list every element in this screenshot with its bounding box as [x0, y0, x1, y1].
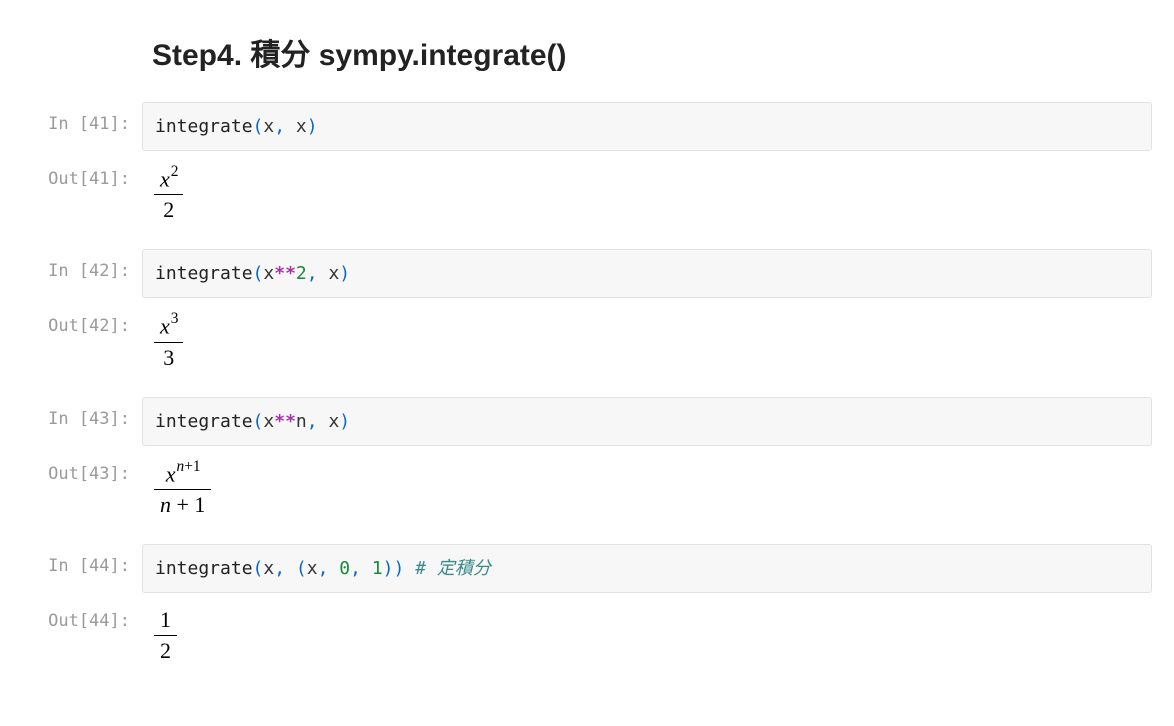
code-paren: (: [253, 116, 264, 137]
code-comma: ,: [307, 263, 318, 284]
code-var: x: [263, 558, 274, 579]
math-num: 1: [154, 607, 177, 635]
code-space: [404, 558, 415, 579]
cell-pair: In [43]: integrate(x**n, x) Out[43]: xn+…: [22, 397, 1152, 526]
code-space: [285, 558, 296, 579]
code-paren: ): [339, 263, 350, 284]
math-sup: 3: [171, 310, 179, 327]
code-comma: ,: [274, 558, 285, 579]
math-den-rest: + 1: [171, 492, 205, 517]
code-paren: ): [383, 558, 394, 579]
math-output: x2 2: [142, 157, 1152, 231]
cell-pair: In [42]: integrate(x**2, x) Out[42]: x3 …: [22, 249, 1152, 378]
out-prompt: Out[41]:: [22, 157, 142, 189]
cell-pair: In [41]: integrate(x, x) Out[41]: x2 2: [22, 102, 1152, 231]
code-input[interactable]: integrate(x, (x, 0, 1)) # 定積分: [142, 544, 1152, 593]
code-var: x: [328, 263, 339, 284]
in-prompt: In [42]:: [22, 249, 142, 281]
input-cell: In [42]: integrate(x**2, x): [22, 249, 1152, 298]
code-paren: (: [253, 558, 264, 579]
in-prompt: In [43]:: [22, 397, 142, 429]
code-fn: integrate: [155, 263, 253, 284]
math-den: 2: [154, 194, 183, 223]
code-fn: integrate: [155, 558, 253, 579]
fraction: x3 3: [154, 312, 183, 370]
out-prompt: Out[42]:: [22, 304, 142, 336]
code-num: 1: [372, 558, 383, 579]
code-comma: ,: [307, 411, 318, 432]
math-sup-plus: +1: [184, 458, 200, 475]
code-paren: ): [307, 116, 318, 137]
math-sup: 2: [171, 163, 179, 180]
code-comment: # 定積分: [415, 558, 491, 579]
math-den: 2: [154, 635, 177, 664]
output-cell: Out[42]: x3 3: [22, 304, 1152, 378]
code-num: 2: [296, 263, 307, 284]
code-comma: ,: [318, 558, 329, 579]
input-cell: In [43]: integrate(x**n, x): [22, 397, 1152, 446]
math-den-var: n: [160, 492, 171, 517]
code-space: [318, 411, 329, 432]
code-op: **: [274, 263, 296, 284]
section-heading: Step4. 積分 sympy.integrate(): [152, 30, 1152, 74]
out-prompt: Out[43]:: [22, 452, 142, 484]
code-space: [318, 263, 329, 284]
fraction: x2 2: [154, 165, 183, 223]
code-fn: integrate: [155, 116, 253, 137]
math-output: 1 2: [142, 599, 1152, 672]
math-den: 3: [154, 342, 183, 371]
math-base: x: [160, 166, 170, 191]
code-input[interactable]: integrate(x**n, x): [142, 397, 1152, 446]
code-input[interactable]: integrate(x**2, x): [142, 249, 1152, 298]
code-fn: integrate: [155, 411, 253, 432]
code-input[interactable]: integrate(x, x): [142, 102, 1152, 151]
code-comma: ,: [274, 116, 285, 137]
code-var: x: [307, 558, 318, 579]
input-cell: In [44]: integrate(x, (x, 0, 1)) # 定積分: [22, 544, 1152, 593]
fraction: xn+1 n + 1: [154, 460, 211, 518]
code-paren: (: [296, 558, 307, 579]
out-prompt: Out[44]:: [22, 599, 142, 631]
code-space: [285, 116, 296, 137]
in-prompt: In [41]:: [22, 102, 142, 134]
input-cell: In [41]: integrate(x, x): [22, 102, 1152, 151]
code-paren: ): [339, 411, 350, 432]
in-prompt: In [44]:: [22, 544, 142, 576]
output-cell: Out[44]: 1 2: [22, 599, 1152, 672]
code-paren: (: [253, 263, 264, 284]
code-num: 0: [339, 558, 350, 579]
code-var: n: [296, 411, 307, 432]
code-comma: ,: [350, 558, 361, 579]
code-var: x: [263, 411, 274, 432]
math-output: xn+1 n + 1: [142, 452, 1152, 526]
math-output: x3 3: [142, 304, 1152, 378]
code-var: x: [263, 116, 274, 137]
code-space: [328, 558, 339, 579]
math-base: x: [160, 314, 170, 339]
code-var: x: [296, 116, 307, 137]
output-cell: Out[41]: x2 2: [22, 157, 1152, 231]
code-op: **: [274, 411, 296, 432]
cell-pair: In [44]: integrate(x, (x, 0, 1)) # 定積分 O…: [22, 544, 1152, 672]
code-paren: (: [253, 411, 264, 432]
code-var: x: [263, 263, 274, 284]
code-paren: ): [394, 558, 405, 579]
code-var: x: [328, 411, 339, 432]
code-space: [361, 558, 372, 579]
math-base: x: [166, 461, 176, 486]
output-cell: Out[43]: xn+1 n + 1: [22, 452, 1152, 526]
fraction: 1 2: [154, 607, 177, 664]
